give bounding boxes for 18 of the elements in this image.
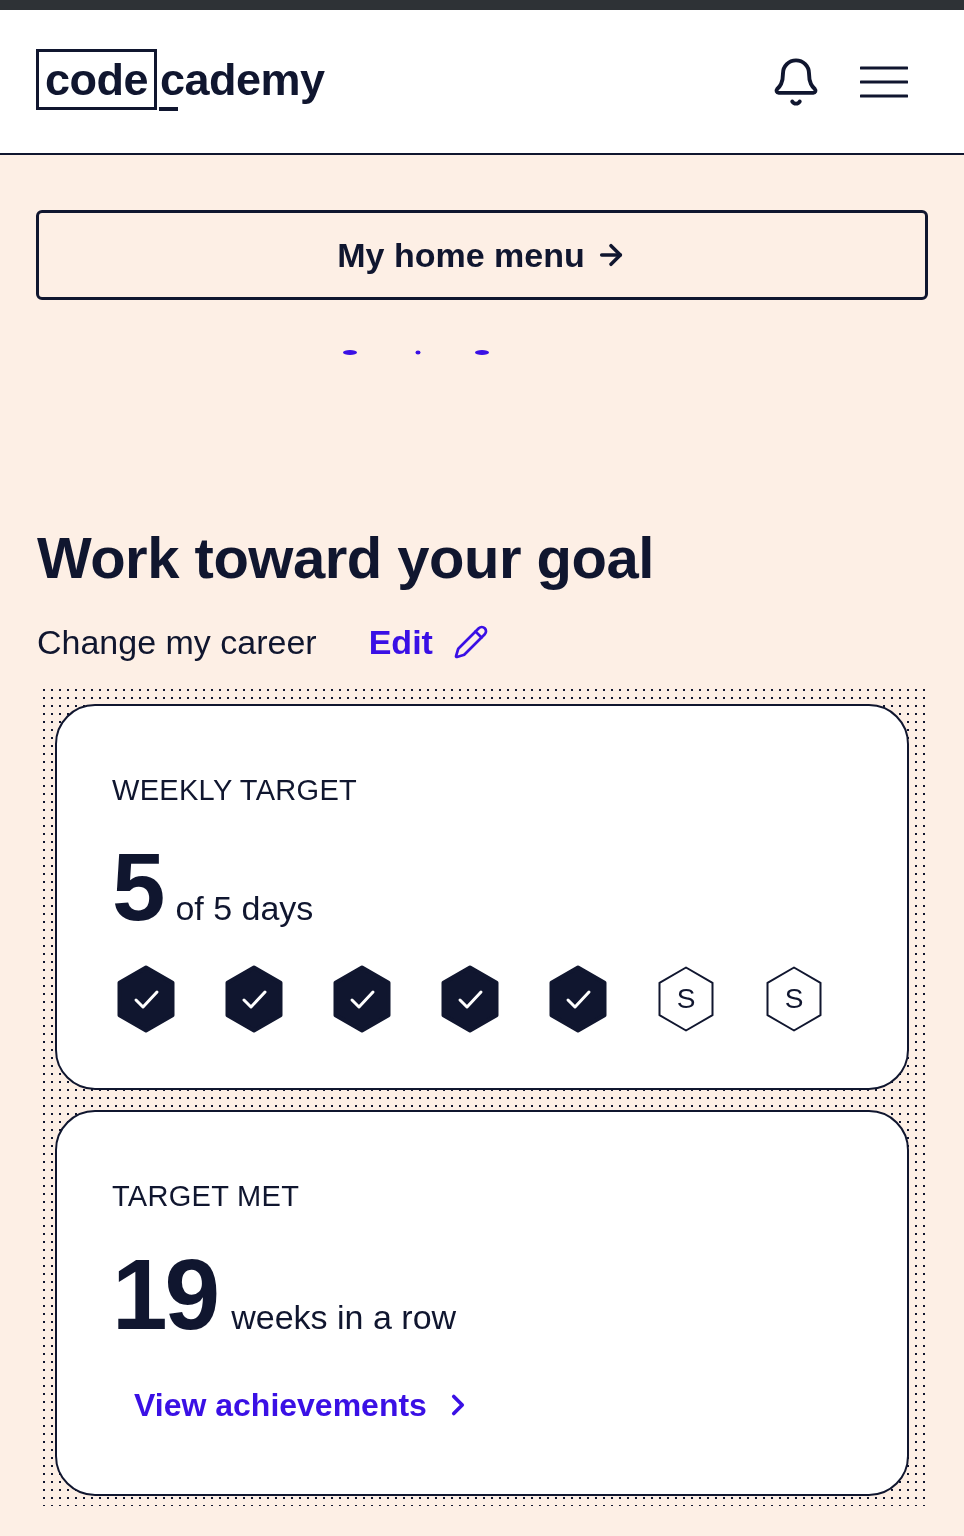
menu-icon[interactable] bbox=[860, 65, 908, 98]
days-count-suffix: of 5 days bbox=[175, 888, 314, 928]
logo-underscore-icon bbox=[159, 107, 178, 111]
pencil-icon[interactable] bbox=[452, 624, 489, 660]
view-achievements-link[interactable]: View achievements bbox=[134, 1385, 427, 1425]
weeks-count-suffix: weeks in a row bbox=[231, 1297, 457, 1337]
card-title: WEEKLY TARGET bbox=[112, 776, 359, 805]
day-letter: S bbox=[783, 982, 805, 1016]
edit-link[interactable]: Edit bbox=[368, 622, 433, 662]
logo-text[interactable]: cademy bbox=[160, 57, 325, 102]
section-heading: Work toward your goal bbox=[37, 524, 655, 592]
home-menu-button[interactable]: My home menu bbox=[36, 210, 928, 300]
logo-boxed-text[interactable]: code bbox=[36, 49, 158, 110]
card-title: TARGET MET bbox=[112, 1182, 301, 1211]
weeks-count: 19 bbox=[112, 1244, 218, 1344]
goal-name: Change my career bbox=[37, 622, 317, 662]
days-count: 5 bbox=[112, 839, 164, 935]
day-letter: S bbox=[675, 982, 697, 1016]
